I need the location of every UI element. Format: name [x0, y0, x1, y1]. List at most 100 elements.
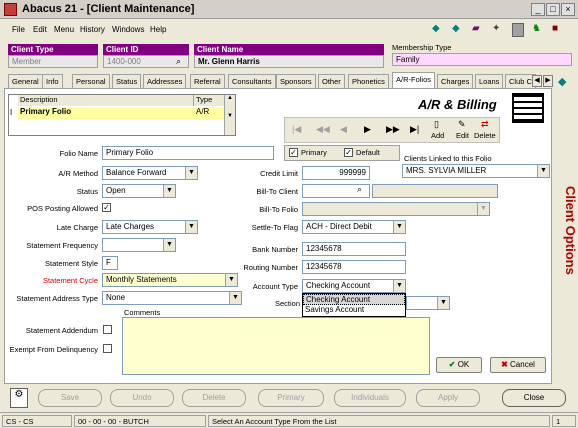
account-type-select[interactable]: Checking Account ▼	[302, 279, 406, 293]
delete-icon[interactable]: ⇄	[481, 119, 489, 130]
close-form-button[interactable]: Close	[502, 389, 566, 407]
individuals-button[interactable]: Individuals	[334, 389, 406, 407]
chevron-down-icon[interactable]: ▼	[393, 280, 405, 292]
run-icon[interactable]: ♞	[532, 23, 546, 37]
edit-button[interactable]: Edit	[456, 131, 469, 140]
chevron-down-icon[interactable]: ▼	[537, 165, 549, 177]
calculator-icon[interactable]	[512, 23, 524, 37]
ok-button[interactable]: ✔ OK	[436, 357, 482, 373]
status-select[interactable]: Open ▼	[102, 184, 176, 198]
routing-number-field[interactable]: 12345678	[302, 260, 406, 274]
settle-to-select[interactable]: ACH - Direct Debit ▼	[302, 220, 406, 234]
pos-posting-checkbox[interactable]: ✓	[102, 203, 111, 212]
maximize-button[interactable]: □	[546, 3, 560, 16]
chevron-down-icon[interactable]: ▼	[163, 185, 175, 197]
exempt-delinquency-checkbox[interactable]	[103, 344, 112, 353]
tab-other[interactable]: Other	[318, 74, 345, 88]
delete-button[interactable]: Delete	[474, 131, 496, 140]
primary-checkbox[interactable]: ✓	[289, 148, 298, 157]
status-user: CS - CS	[2, 415, 72, 427]
search-icon[interactable]: ⌕	[357, 184, 362, 195]
next-page-icon[interactable]: ▶▶	[386, 124, 400, 135]
chevron-down-icon[interactable]: ▼	[185, 221, 197, 233]
tab-referral[interactable]: Referral	[190, 74, 225, 88]
menu-help[interactable]: Help	[150, 25, 166, 34]
chevron-down-icon[interactable]: ▼	[437, 297, 449, 309]
credit-limit-field[interactable]: 999999	[302, 166, 370, 180]
tab-charges[interactable]: Charges	[437, 74, 474, 88]
tab-scroll-left-icon[interactable]: ◀	[532, 75, 542, 87]
account-type-option-savings[interactable]: Savings Account	[303, 305, 405, 316]
forward-arrow-icon[interactable]: ◆	[452, 23, 466, 37]
search-icon[interactable]: ⌕	[176, 56, 181, 67]
folio-grid-scrollbar[interactable]: ▲ ▼	[224, 95, 235, 135]
client-options-label[interactable]: Client Options	[552, 150, 578, 310]
ar-method-select[interactable]: Balance Forward ▼	[102, 166, 198, 180]
cancel-button[interactable]: ✖ Cancel	[490, 357, 546, 373]
save-button[interactable]: Save	[38, 389, 102, 407]
chevron-down-icon[interactable]: ▼	[393, 221, 405, 233]
minimize-button[interactable]: _	[531, 3, 545, 16]
last-record-icon[interactable]: ▶|	[410, 124, 419, 135]
tab-phonetics[interactable]: Phonetics	[348, 74, 389, 88]
ar-method-value: Balance Forward	[106, 168, 167, 177]
menu-bar: File Edit Menu History Windows Help ◆ ◆ …	[0, 20, 578, 40]
edit-icon[interactable]: ✎	[458, 119, 466, 130]
folio-name-field[interactable]: Primary Folio	[102, 146, 274, 160]
tools-icon[interactable]: ✦	[492, 23, 506, 37]
first-record-icon[interactable]: |◀	[292, 124, 301, 135]
next-record-icon[interactable]: ▶	[364, 124, 371, 135]
tab-consultants[interactable]: Consultants	[228, 74, 276, 88]
statement-cycle-select[interactable]: Monthly Statements ▼	[102, 273, 238, 287]
statement-style-field[interactable]: F	[102, 256, 118, 270]
late-charge-select[interactable]: Late Charges ▼	[102, 220, 198, 234]
account-type-option-checking[interactable]: Checking Account	[303, 294, 405, 305]
back-arrow-icon[interactable]: ◆	[432, 23, 446, 37]
undo-button[interactable]: Undo	[110, 389, 174, 407]
linked-clients-select[interactable]: MRS. SYLVIA MILLER ▼	[402, 164, 550, 178]
prev-page-icon[interactable]: ◀◀	[316, 124, 330, 135]
tab-loans[interactable]: Loans	[475, 74, 504, 88]
apply-button[interactable]: Apply	[416, 389, 480, 407]
section-select[interactable]: ▼	[406, 296, 450, 310]
status-label: Status	[76, 187, 98, 196]
chevron-down-icon[interactable]: ▼	[185, 167, 197, 179]
menu-edit[interactable]: Edit	[33, 25, 47, 34]
bill-to-folio-select[interactable]: ▼	[302, 202, 490, 216]
bank-number-field[interactable]: 12345678	[302, 242, 406, 256]
folio-row-description[interactable]: Primary Folio	[18, 107, 194, 119]
tab-status[interactable]: Status	[112, 74, 142, 88]
menu-menu[interactable]: Menu	[54, 25, 74, 34]
menu-windows[interactable]: Windows	[112, 25, 144, 34]
close-button[interactable]: ×	[561, 3, 575, 16]
menu-file[interactable]: File	[12, 25, 25, 34]
primary-button[interactable]: Primary	[258, 389, 324, 407]
status-bar: CS - CS 00 - 00 - 00 - BUTCH Select An A…	[0, 412, 578, 428]
refresh-icon[interactable]: ◆	[558, 75, 572, 89]
menu-history[interactable]: History	[80, 25, 105, 34]
prev-record-icon[interactable]: ◀	[340, 124, 347, 135]
tab-personal[interactable]: Personal	[72, 74, 110, 88]
tab-sponsors[interactable]: Sponsors	[276, 74, 316, 88]
comments-textarea[interactable]	[122, 317, 430, 375]
client-name-label: Client Name	[194, 44, 384, 55]
add-button[interactable]: Add	[431, 131, 444, 140]
add-icon[interactable]: ▯	[434, 119, 439, 130]
book-icon[interactable]: ▰	[472, 23, 486, 37]
default-checkbox[interactable]: ✓	[344, 148, 353, 157]
chevron-down-icon[interactable]: ▼	[163, 239, 175, 251]
report-icon[interactable]: ⚙	[10, 388, 28, 408]
chevron-down-icon[interactable]: ▼	[477, 203, 489, 215]
statement-addendum-checkbox[interactable]	[103, 325, 112, 334]
tab-info[interactable]: Info	[42, 74, 63, 88]
folio-row-type[interactable]: A/R	[194, 107, 224, 119]
tab-general[interactable]: General	[8, 74, 43, 88]
chevron-down-icon[interactable]: ▼	[229, 292, 241, 304]
tab-addresses[interactable]: Addresses	[143, 74, 187, 88]
tab-scroll-right-icon[interactable]: ▶	[543, 75, 553, 87]
statement-address-select[interactable]: None ▼	[102, 291, 242, 305]
statement-frequency-select[interactable]: ▼	[102, 238, 176, 252]
exit-icon[interactable]: ■	[552, 23, 566, 37]
tab-ar-folios[interactable]: A/R-Folios	[392, 72, 436, 89]
delete-record-button[interactable]: Delete	[182, 389, 246, 407]
